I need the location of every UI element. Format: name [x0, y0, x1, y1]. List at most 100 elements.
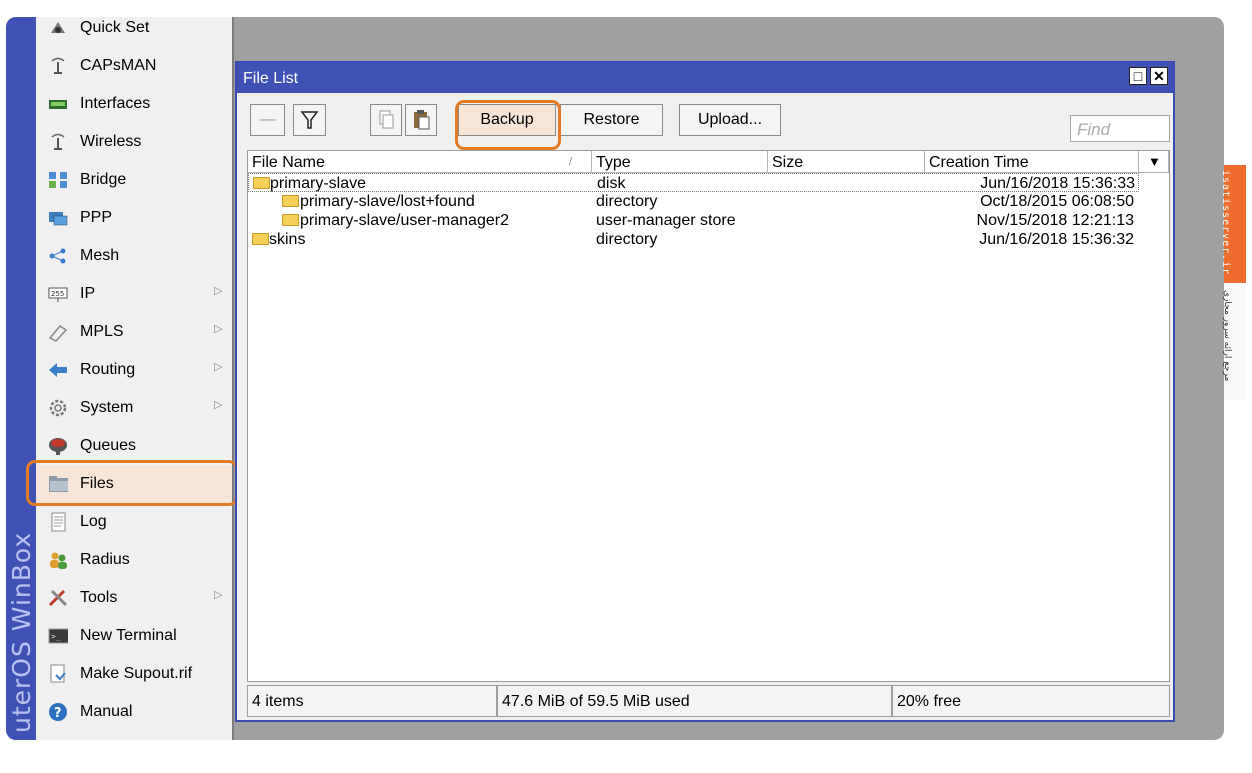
column-chooser-dropdown[interactable]: ▼: [1139, 151, 1169, 173]
quick-set-icon: [48, 18, 68, 38]
gear-icon: [48, 398, 68, 418]
maximize-button[interactable]: □: [1129, 67, 1147, 85]
remove-button[interactable]: —: [250, 104, 285, 136]
sidebar-item-mpls[interactable]: MPLS ▷: [36, 313, 232, 351]
sidebar-item-label: Queues: [80, 437, 137, 454]
log-icon: [48, 512, 68, 532]
file-list-window: File List □ ✕ — Backup Restore Upload...…: [235, 61, 1175, 722]
sidebar-item-interfaces[interactable]: Interfaces: [36, 85, 232, 123]
wireless-icon: [48, 132, 68, 152]
sidebar-item-label: Tools: [80, 589, 118, 606]
close-button[interactable]: ✕: [1150, 67, 1168, 85]
copy-button[interactable]: [370, 104, 402, 136]
svg-text:255: 255: [51, 290, 64, 298]
document-icon: [48, 664, 68, 684]
sidebar-item-manual[interactable]: ? Manual: [36, 693, 232, 731]
status-disk-usage: 47.6 MiB of 59.5 MiB used: [497, 685, 892, 717]
sidebar-item-ppp[interactable]: PPP: [36, 199, 232, 237]
status-free-space: 20% free: [892, 685, 1170, 717]
sidebar-item-label: Radius: [80, 551, 130, 568]
table-row[interactable]: primary-slave disk Jun/16/2018 15:36:33: [248, 173, 1139, 192]
users-icon: [48, 550, 68, 570]
copy-icon: [379, 110, 394, 129]
submenu-arrow-icon: ▷: [214, 589, 223, 601]
sidebar-item-label: Interfaces: [80, 95, 151, 112]
queues-icon: [48, 436, 68, 456]
creation-time-cell: Nov/15/2018 12:21:13: [976, 212, 1134, 229]
sidebar-item-ip[interactable]: 255 IP ▷: [36, 275, 232, 313]
submenu-arrow-icon: ▷: [214, 361, 223, 373]
svg-text:>_: >_: [51, 632, 61, 641]
sidebar-item-radius[interactable]: Radius: [36, 541, 232, 579]
help-icon: ?: [48, 702, 68, 722]
paste-button[interactable]: [405, 104, 437, 136]
routing-icon: [48, 360, 68, 380]
column-header-file-name[interactable]: File Name /: [248, 151, 592, 173]
submenu-arrow-icon: ▷: [214, 323, 223, 335]
status-item-count: 4 items: [247, 685, 497, 717]
sidebar-item-label: Manual: [80, 703, 133, 720]
folder-icon: [252, 233, 269, 245]
sidebar-item-label: System: [80, 399, 134, 416]
folder-icon: [282, 214, 299, 226]
sidebar-menu: Quick Set CAPsMAN Interfaces Wireless Br…: [36, 17, 234, 740]
sidebar-item-label: Make Supout.rif: [80, 665, 193, 682]
brand-text: uterOS WinBox: [7, 531, 36, 733]
submenu-arrow-icon: ▷: [214, 285, 223, 297]
mpls-icon: [48, 322, 68, 342]
file-name-cell: primary-slave/lost+found: [300, 193, 475, 210]
sidebar-item-label: Routing: [80, 361, 136, 378]
sidebar-item-wireless[interactable]: Wireless: [36, 123, 232, 161]
file-table: File Name / Type Size Creation Time ▼ pr…: [247, 150, 1170, 682]
sidebar-item-capsman[interactable]: CAPsMAN: [36, 47, 232, 85]
svg-text:?: ?: [54, 706, 62, 721]
sidebar-item-routing[interactable]: Routing ▷: [36, 351, 232, 389]
table-row[interactable]: primary-slave/user-manager2 user-manager…: [248, 211, 1139, 230]
interfaces-icon: [48, 94, 68, 114]
find-input[interactable]: Find: [1070, 115, 1170, 142]
upload-button[interactable]: Upload...: [679, 104, 781, 136]
file-name-cell: skins: [269, 231, 306, 248]
creation-time-cell: Jun/16/2018 15:36:33: [980, 175, 1135, 192]
sidebar-item-tools[interactable]: Tools ▷: [36, 579, 232, 617]
filter-button[interactable]: [293, 104, 326, 136]
mesh-icon: [48, 246, 68, 266]
restore-button[interactable]: Restore: [560, 104, 663, 136]
file-type-cell: directory: [596, 231, 658, 248]
sidebar-item-make-supout[interactable]: Make Supout.rif: [36, 655, 232, 693]
tools-icon: [48, 588, 68, 608]
sidebar-item-label: PPP: [80, 209, 113, 226]
sidebar-item-label: Mesh: [80, 247, 120, 264]
table-row[interactable]: primary-slave/lost+found directory Oct/1…: [248, 192, 1139, 211]
column-header-type[interactable]: Type: [592, 151, 768, 173]
brand-strip: uterOS WinBox: [6, 17, 36, 740]
file-type-cell: disk: [597, 175, 626, 192]
sidebar-item-label: Wireless: [80, 133, 142, 150]
sidebar-item-log[interactable]: Log: [36, 503, 232, 541]
column-header-label: Creation Time: [929, 154, 1029, 171]
column-header-label: Type: [596, 154, 631, 171]
filter-icon: [300, 111, 319, 129]
sidebar-item-label: Bridge: [80, 171, 127, 188]
ppp-icon: [48, 208, 68, 228]
sidebar-item-bridge[interactable]: Bridge: [36, 161, 232, 199]
sidebar-item-system[interactable]: System ▷: [36, 389, 232, 427]
column-header-label: File Name: [252, 154, 325, 171]
column-header-creation-time[interactable]: Creation Time: [925, 151, 1139, 173]
folder-icon: [253, 177, 270, 189]
table-row[interactable]: skins directory Jun/16/2018 15:36:32: [248, 230, 1139, 249]
creation-time-cell: Jun/16/2018 15:36:32: [979, 231, 1134, 248]
sidebar-item-label: Log: [80, 513, 107, 530]
column-header-size[interactable]: Size: [768, 151, 925, 173]
paste-icon: [414, 110, 430, 130]
antenna-icon: [48, 56, 68, 76]
sidebar-item-mesh[interactable]: Mesh: [36, 237, 232, 275]
sort-indicator-icon: /: [569, 156, 573, 168]
sidebar-item-quick-set[interactable]: Quick Set: [36, 17, 232, 47]
sidebar-item-new-terminal[interactable]: >_ New Terminal: [36, 617, 232, 655]
sidebar-item-label: New Terminal: [80, 627, 177, 644]
column-header-label: Size: [772, 154, 804, 171]
file-type-cell: directory: [596, 193, 658, 210]
sidebar-item-label: Quick Set: [80, 19, 150, 36]
ip-icon: 255: [48, 284, 68, 304]
